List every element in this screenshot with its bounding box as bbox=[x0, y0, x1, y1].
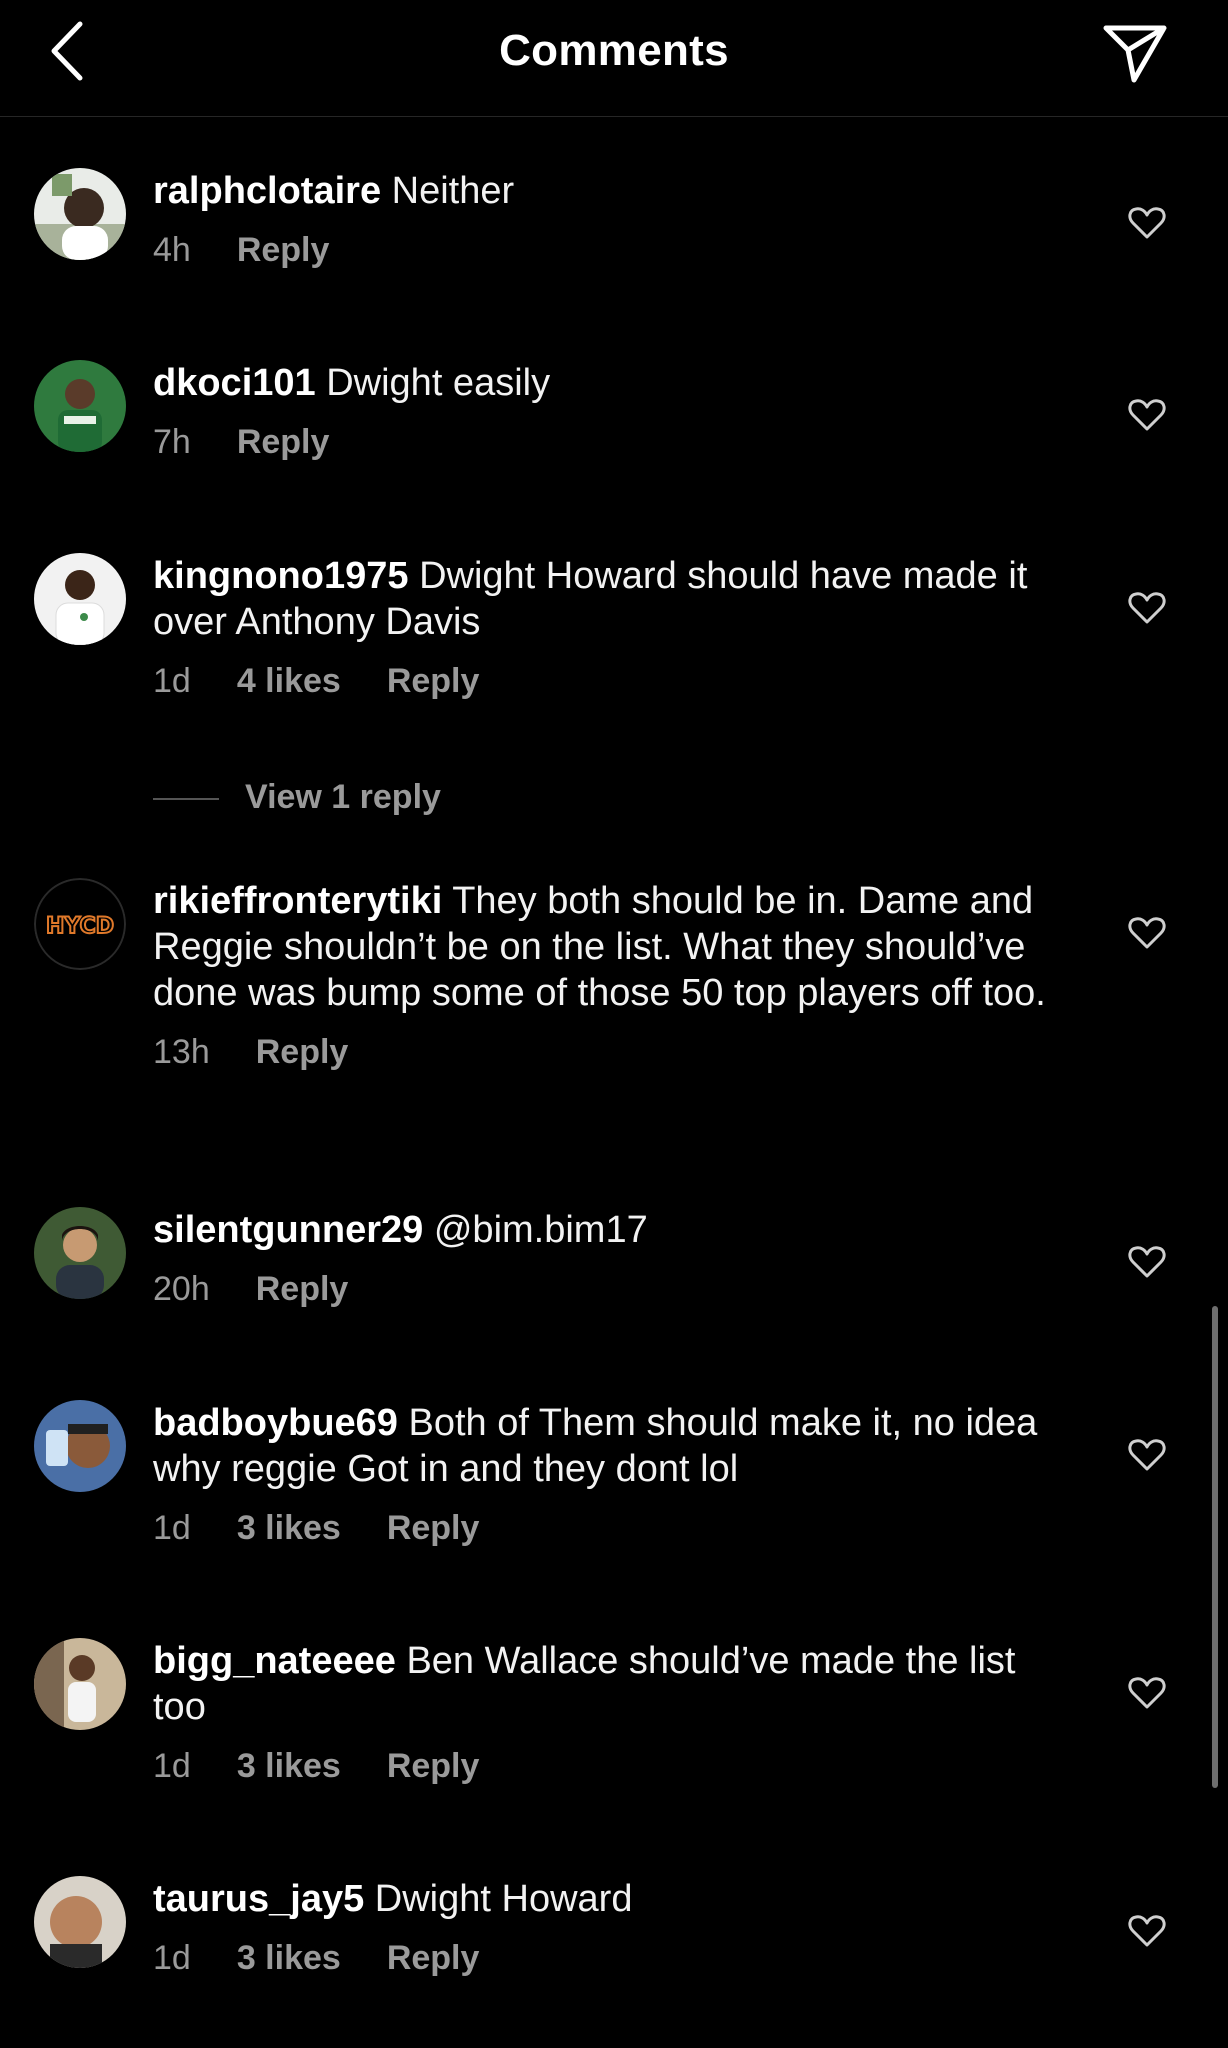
avatar[interactable] bbox=[34, 1876, 126, 1968]
heart-icon[interactable] bbox=[1128, 916, 1166, 950]
reply-button[interactable]: Reply bbox=[256, 1032, 349, 1072]
comment-username[interactable]: badboybue69 bbox=[153, 1402, 398, 1444]
view-replies-label: View 1 reply bbox=[245, 778, 441, 816]
comment-username[interactable]: silentgunner29 bbox=[153, 1209, 423, 1251]
comment-username[interactable]: rikieffronterytiki bbox=[153, 880, 442, 922]
comment-username[interactable]: kingnono1975 bbox=[153, 555, 409, 597]
comment-username[interactable]: taurus_jay5 bbox=[153, 1878, 364, 1920]
reply-button[interactable]: Reply bbox=[237, 230, 330, 270]
reply-button[interactable]: Reply bbox=[387, 1938, 480, 1978]
avatar[interactable] bbox=[34, 1207, 126, 1299]
comment-text: Dwight Howard bbox=[374, 1878, 633, 1920]
comment-time: 1d bbox=[153, 1939, 191, 1977]
comment-likes[interactable]: 3 likes bbox=[237, 1746, 341, 1786]
reply-divider bbox=[153, 798, 219, 801]
reply-button[interactable]: Reply bbox=[387, 1746, 480, 1786]
heart-icon[interactable] bbox=[1128, 398, 1166, 432]
avatar-badge-text: HYCD bbox=[46, 914, 114, 939]
heart-icon[interactable] bbox=[1128, 591, 1166, 625]
comment-time: 1d bbox=[153, 662, 191, 700]
page-title: Comments bbox=[499, 26, 729, 75]
comment-text: Dwight easily bbox=[326, 362, 551, 404]
comment-likes[interactable]: 3 likes bbox=[237, 1508, 341, 1548]
avatar[interactable] bbox=[34, 1400, 126, 1492]
avatar[interactable]: HYCD bbox=[34, 878, 126, 970]
reply-button[interactable]: Reply bbox=[387, 661, 480, 701]
avatar[interactable] bbox=[34, 1638, 126, 1730]
comment-time: 1d bbox=[153, 1747, 191, 1785]
comment-time: 20h bbox=[153, 1270, 210, 1308]
heart-icon[interactable] bbox=[1128, 1676, 1166, 1710]
view-replies-button[interactable]: View 1 reply bbox=[153, 778, 441, 818]
paper-plane-icon[interactable] bbox=[1100, 20, 1170, 86]
comment-username[interactable]: dkoci101 bbox=[153, 362, 316, 404]
comment-username[interactable]: bigg_nateeee bbox=[153, 1640, 396, 1682]
comment-text: @bim.bim17 bbox=[433, 1209, 648, 1251]
comment-likes[interactable]: 3 likes bbox=[237, 1938, 341, 1978]
comment-time: 4h bbox=[153, 231, 191, 269]
heart-icon[interactable] bbox=[1128, 1438, 1166, 1472]
reply-button[interactable]: Reply bbox=[387, 1508, 480, 1548]
comment-time: 7h bbox=[153, 423, 191, 461]
avatar[interactable] bbox=[34, 168, 126, 260]
avatar[interactable] bbox=[34, 553, 126, 645]
comment-text: Neither bbox=[391, 170, 515, 212]
heart-icon[interactable] bbox=[1128, 1245, 1166, 1279]
avatar[interactable] bbox=[34, 360, 126, 452]
comment-likes[interactable]: 4 likes bbox=[237, 661, 341, 701]
comment-time: 13h bbox=[153, 1033, 210, 1071]
reply-button[interactable]: Reply bbox=[237, 422, 330, 462]
heart-icon[interactable] bbox=[1128, 206, 1166, 240]
header-bar: Comments bbox=[0, 0, 1228, 117]
heart-icon[interactable] bbox=[1128, 1914, 1166, 1948]
comment-username[interactable]: ralphclotaire bbox=[153, 170, 381, 212]
scrollbar[interactable] bbox=[1212, 1306, 1218, 1788]
comment-time: 1d bbox=[153, 1509, 191, 1547]
reply-button[interactable]: Reply bbox=[256, 1269, 349, 1309]
